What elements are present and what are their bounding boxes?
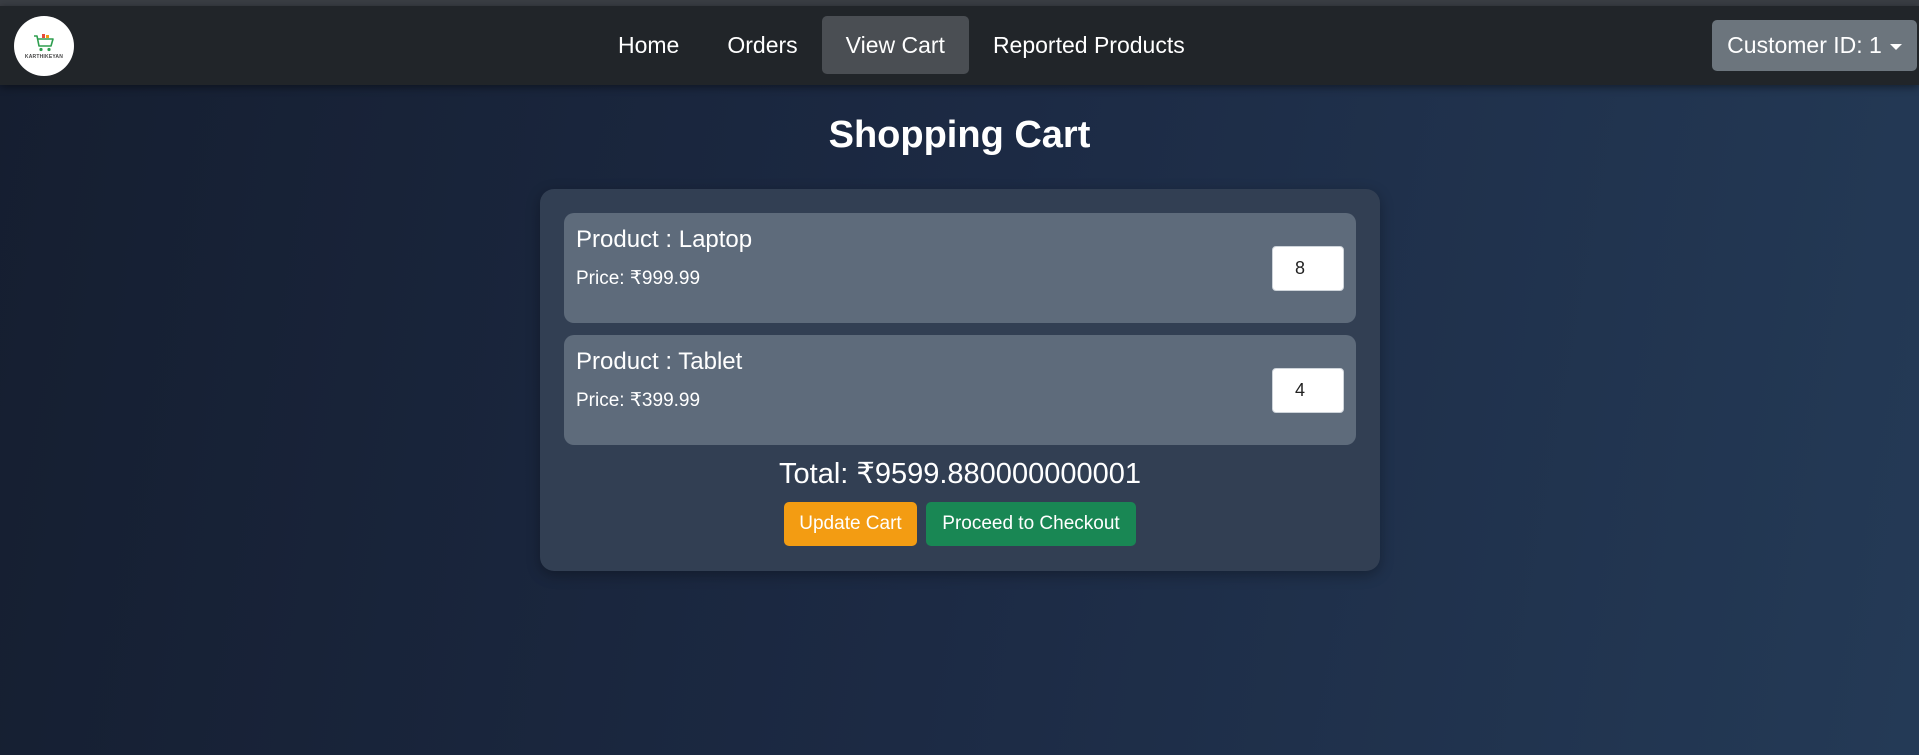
logo-text: KARTHIKEYAN [24,53,64,60]
update-cart-button[interactable]: Update Cart [784,502,917,546]
cart-item: Product : Laptop Price: ₹999.99 [564,213,1356,323]
chevron-down-icon [1889,43,1902,50]
proceed-to-checkout-button[interactable]: Proceed to Checkout [926,502,1136,546]
quantity-input[interactable] [1272,246,1344,291]
page-title: Shopping Cart [828,114,1091,156]
nav-home[interactable]: Home [594,16,703,74]
customer-label: Customer ID: 1 [1727,32,1882,58]
cart-actions: Update Cart Proceed to Checkout [540,502,1380,546]
nav-view-cart[interactable]: View Cart [821,16,969,74]
nav-menu: Home Orders View Cart Reported Products [594,16,1209,74]
nav-orders[interactable]: Orders [703,16,821,74]
product-price: Price: ₹399.99 [576,390,701,411]
cart-card: Product : Laptop Price: ₹999.99 Product … [540,189,1380,571]
nav-reported-products[interactable]: Reported Products [969,16,1209,74]
product-name: Product : Tablet [576,348,743,375]
cart-item: Product : Tablet Price: ₹399.99 [564,335,1356,445]
cart-total: Total: ₹9599.880000000001 [779,458,1141,490]
quantity-input[interactable] [1272,368,1344,413]
brand-logo[interactable]: KARTHIKEYAN [14,16,74,76]
navbar: KARTHIKEYAN Home Orders View Cart Report… [0,6,1919,85]
cart-logo-icon [34,33,54,51]
customer-dropdown-button[interactable]: Customer ID: 1 [1712,20,1917,71]
product-name: Product : Laptop [576,226,753,253]
product-price: Price: ₹999.99 [576,268,701,289]
